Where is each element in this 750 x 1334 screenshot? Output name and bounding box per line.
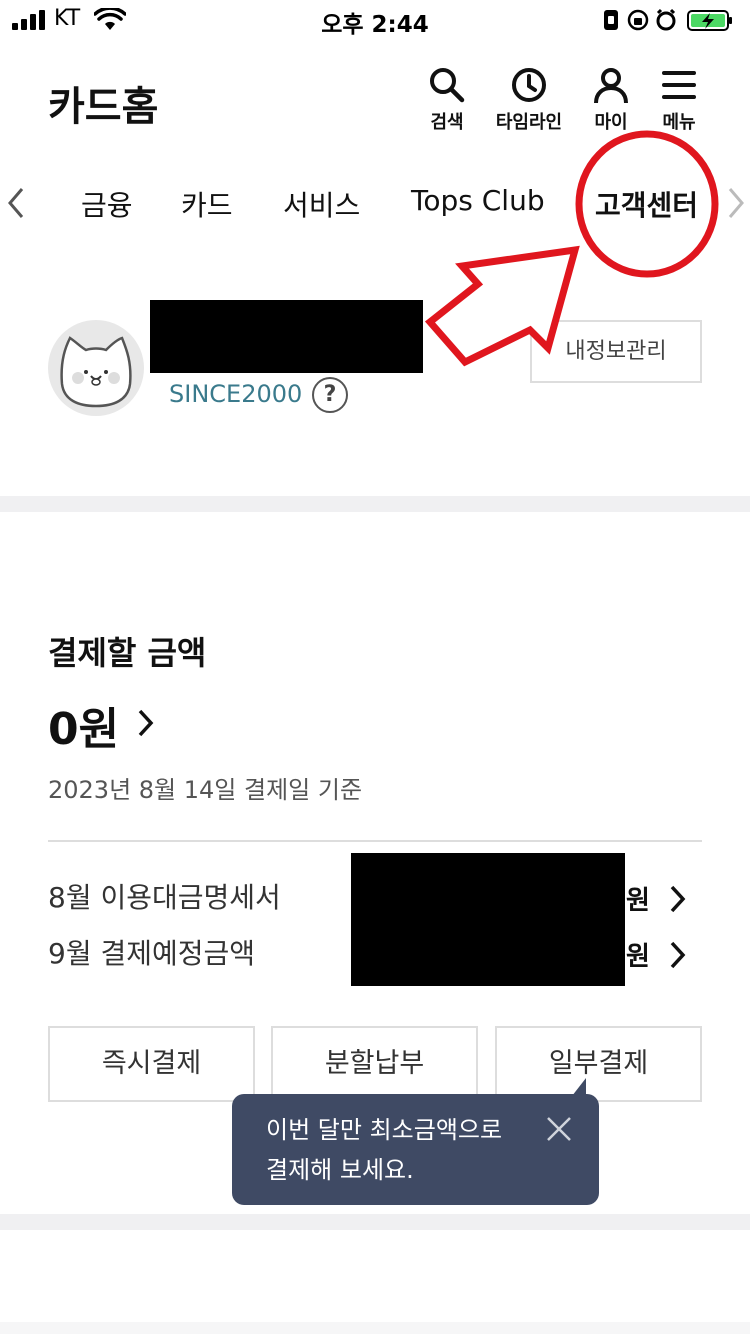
grade-help-button[interactable]: ? <box>312 377 348 413</box>
status-bar: KT 오후 2:44 <box>0 0 750 40</box>
instant-payment-button[interactable]: 즉시결제 <box>48 1026 255 1102</box>
person-icon <box>594 68 628 104</box>
search-button[interactable]: 검색 <box>424 66 470 134</box>
section-divider <box>0 1214 750 1230</box>
my-label: 마이 <box>594 112 628 133</box>
bottom-shadow <box>0 1322 750 1334</box>
statement-unit: 원 <box>626 886 650 916</box>
my-info-button[interactable]: 내정보관리 <box>530 320 702 383</box>
timeline-button[interactable]: 타임라인 <box>490 66 568 134</box>
page-title: 카드홈 <box>48 84 159 130</box>
rotation-lock-icon <box>627 9 649 31</box>
tooltip-text: 이번 달만 최소금액으로 결제해 보세요. <box>266 1116 503 1184</box>
menu-label: 메뉴 <box>662 112 696 133</box>
partial-payment-tooltip: 이번 달만 최소금액으로 결제해 보세요. <box>232 1094 599 1205</box>
cat-avatar-icon <box>60 336 132 408</box>
statement-label[interactable]: 8월 이용대금명세서 <box>48 876 281 916</box>
status-icons <box>604 8 732 31</box>
payment-title: 결제할 금액 <box>48 634 207 672</box>
scheduled-unit: 원 <box>626 942 650 972</box>
tab-service[interactable]: 서비스 <box>283 184 360 224</box>
partial-payment-button[interactable]: 일부결제 <box>495 1026 702 1102</box>
chevron-right-icon[interactable] <box>668 940 688 970</box>
sim-icon <box>604 10 618 30</box>
redacted-amounts <box>351 853 625 986</box>
tab-scroll-right-icon[interactable] <box>726 186 746 220</box>
search-label: 검색 <box>430 112 464 133</box>
tab-tops-club[interactable]: Tops Club <box>411 184 545 217</box>
chevron-right-icon[interactable] <box>136 708 156 738</box>
close-icon[interactable] <box>544 1114 574 1144</box>
payment-amount[interactable]: 0원 <box>48 693 119 757</box>
tab-card[interactable]: 카드 <box>181 184 233 224</box>
chevron-right-icon[interactable] <box>668 884 688 914</box>
tab-customer-center[interactable]: 고객센터 <box>595 184 698 224</box>
timeline-label: 타임라인 <box>495 112 563 133</box>
my-button[interactable]: 마이 <box>589 66 633 134</box>
redacted-name <box>150 300 423 373</box>
menu-button[interactable]: 메뉴 <box>656 66 702 134</box>
section-divider <box>0 496 750 512</box>
payment-date-note: 2023년 8월 14일 결제일 기준 <box>48 776 363 804</box>
clock-icon <box>512 68 546 102</box>
member-since-label: SINCE2000 <box>169 380 303 408</box>
tab-finance[interactable]: 금융 <box>81 184 133 224</box>
divider <box>48 840 702 842</box>
search-icon <box>430 68 465 103</box>
category-tabs: 금융 카드 서비스 Tops Club 고객센터 <box>0 170 750 240</box>
avatar[interactable] <box>48 320 144 416</box>
battery-icon <box>687 10 732 31</box>
scheduled-amount-label[interactable]: 9월 결제예정금액 <box>48 932 255 972</box>
menu-icon <box>662 71 696 99</box>
alarm-icon <box>656 8 676 31</box>
installment-button[interactable]: 분할납부 <box>271 1026 478 1102</box>
